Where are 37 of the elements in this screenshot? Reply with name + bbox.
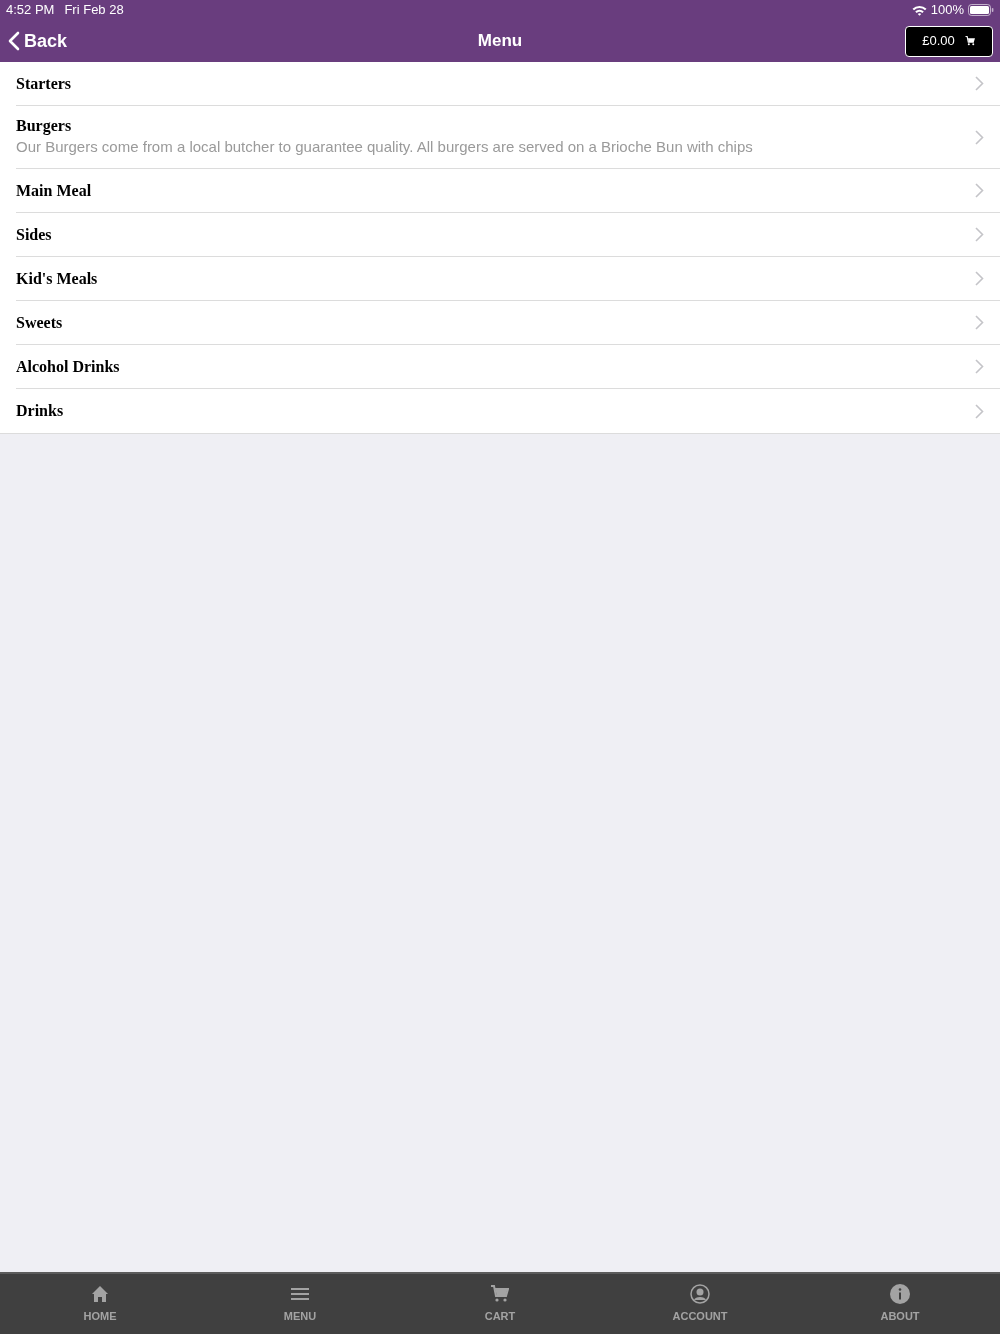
chevron-right-icon: [975, 359, 984, 374]
category-title: Starters: [16, 73, 72, 94]
category-description: Our Burgers come from a local butcher to guarantee quality. All burgers are served on a Brioche Bun with chips: [16, 137, 753, 157]
account-icon: [690, 1284, 710, 1304]
status-date: Fri Feb 28: [64, 1, 124, 20]
battery-percentage: 100%: [930, 1, 964, 20]
battery-icon: [968, 4, 994, 16]
menu-icon: [291, 1287, 309, 1301]
wifi-icon: [911, 4, 927, 16]
chevron-left-icon: [8, 31, 20, 51]
chevron-right-icon: [975, 183, 984, 198]
chevron-right-icon: [975, 403, 984, 419]
category-title: Sides: [16, 224, 52, 245]
chevron-right-icon: [975, 76, 984, 91]
info-icon: [890, 1284, 910, 1304]
tab-bar-item[interactable]: ABOUT: [800, 1274, 1000, 1334]
cart-icon: [964, 36, 976, 46]
category-title: Alcohol Drinks: [16, 356, 120, 377]
cart-icon: [491, 1285, 509, 1303]
tab-bar-item[interactable]: CART: [400, 1274, 600, 1334]
tab-bar-item[interactable]: MENU: [200, 1274, 400, 1334]
tab-bar-item[interactable]: ACCOUNT: [600, 1274, 800, 1334]
status-time: 4:52 PM: [6, 1, 55, 20]
category-title: Burgers: [16, 116, 73, 136]
back-button[interactable]: Back: [8, 27, 68, 55]
tab-bar-item[interactable]: HOME: [0, 1274, 200, 1334]
chevron-right-icon: [975, 271, 984, 286]
chevron-right-icon: [975, 315, 984, 330]
chevron-right-icon: [975, 227, 984, 242]
category-title: Sweets: [16, 312, 63, 333]
category-title: Kid's Meals: [16, 268, 98, 289]
nav-title: Menu: [477, 30, 523, 53]
home-icon: [91, 1285, 109, 1303]
cart-button[interactable]: £0.00: [905, 25, 993, 57]
category-title: Main Meal: [16, 180, 92, 201]
chevron-right-icon: [975, 129, 984, 145]
category-title: Drinks: [16, 401, 64, 421]
